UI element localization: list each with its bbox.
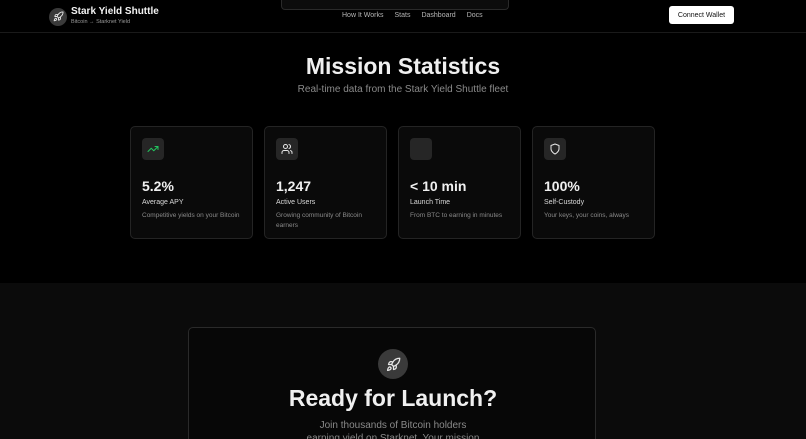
site-header: Stark Yield Shuttle Bitcoin → Starknet Y… bbox=[0, 0, 806, 33]
stat-description: Growing community of Bitcoin earners bbox=[276, 212, 362, 229]
launch-cta-card: Ready for Launch? Join thousands of Bitc… bbox=[188, 327, 596, 439]
stat-value: 100% bbox=[544, 178, 580, 194]
nav-stats[interactable]: Stats bbox=[395, 11, 411, 20]
stat-card-users: 1,247 Active Users Growing community of … bbox=[264, 126, 387, 239]
nav-how-it-works[interactable]: How It Works bbox=[342, 11, 384, 20]
launch-section: Ready for Launch? Join thousands of Bitc… bbox=[0, 283, 806, 439]
stat-card-launch-time: < 10 min Launch Time From BTC to earning… bbox=[398, 126, 521, 239]
brand-subtitle: Bitcoin → Starknet Yield bbox=[71, 19, 131, 25]
rocket-icon bbox=[378, 349, 408, 379]
clock-icon bbox=[410, 138, 432, 160]
nav-docs[interactable]: Docs bbox=[467, 11, 483, 20]
stat-description: From BTC to earning in minutes bbox=[410, 212, 503, 219]
stat-label: Active Users bbox=[276, 199, 316, 206]
trending-up-icon bbox=[142, 138, 164, 160]
stat-value: 1,247 bbox=[276, 178, 312, 194]
users-icon bbox=[276, 138, 298, 160]
brand-title: Stark Yield Shuttle bbox=[71, 6, 159, 17]
stat-card-self-custody: 100% Self-Custody Your keys, your coins,… bbox=[532, 126, 655, 239]
stat-card-apy: 5.2% Average APY Competitive yields on y… bbox=[130, 126, 253, 239]
stat-label: Launch Time bbox=[410, 199, 451, 206]
stats-section: Mission Statistics Real-time data from t… bbox=[0, 34, 806, 283]
stat-description: Your keys, your coins, always bbox=[544, 212, 630, 219]
nav-dashboard[interactable]: Dashboard bbox=[421, 11, 455, 20]
top-drawer-tab[interactable] bbox=[281, 0, 509, 10]
stat-description: Competitive yields on your Bitcoin bbox=[142, 212, 240, 219]
main-nav: How It Works Stats Dashboard Docs bbox=[342, 11, 483, 20]
brand[interactable]: Stark Yield Shuttle Bitcoin → Starknet Y… bbox=[49, 6, 159, 27]
launch-subtitle: Join thousands of Bitcoin holders earnin… bbox=[306, 420, 480, 439]
launch-title: Ready for Launch? bbox=[288, 385, 498, 411]
connect-wallet-button[interactable]: Connect Wallet bbox=[669, 6, 734, 24]
stats-subtitle: Real-time data from the Stark Yield Shut… bbox=[297, 84, 509, 95]
rocket-icon bbox=[49, 7, 67, 26]
stat-label: Self-Custody bbox=[544, 199, 585, 206]
shield-icon bbox=[544, 138, 566, 160]
stats-title: Mission Statistics bbox=[305, 53, 501, 79]
stat-value: < 10 min bbox=[410, 178, 467, 194]
stat-value: 5.2% bbox=[142, 178, 174, 194]
stat-label: Average APY bbox=[142, 199, 184, 206]
